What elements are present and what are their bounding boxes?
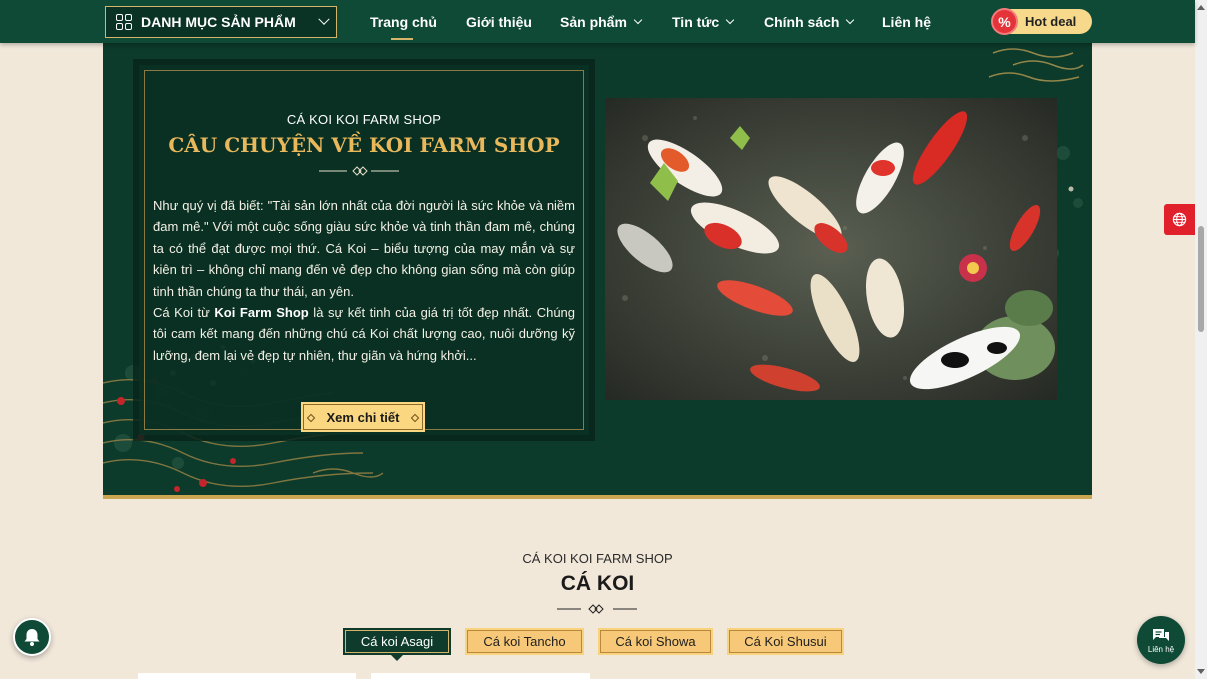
- language-button[interactable]: [1164, 204, 1195, 235]
- tab-label: Cá koi Showa: [615, 634, 696, 649]
- product-card[interactable]: [138, 673, 356, 679]
- scrollbar-thumb[interactable]: [1198, 226, 1204, 332]
- product-card[interactable]: [371, 673, 590, 679]
- koi-fish-image: [605, 98, 1057, 400]
- story-kicker: CÁ KOI KOI FARM SHOP: [286, 112, 442, 127]
- story-paragraph-1: Như quý vị đã biết: "Tài sản lớn nhất củ…: [153, 198, 575, 299]
- nav-item-home[interactable]: Trang chủ: [370, 14, 437, 40]
- tab-koi-asagi[interactable]: Cá koi Asagi: [343, 628, 451, 661]
- tab-koi-tancho[interactable]: Cá koi Tancho: [465, 628, 584, 655]
- scroll-down-arrow-icon[interactable]: [1197, 669, 1205, 674]
- koi-section-kicker: CÁ KOI KOI FARM SHOP: [522, 551, 673, 566]
- top-navigation-bar: DANH MỤC SẢN PHẨM Trang chủ Giới thiệu S…: [0, 0, 1195, 43]
- story-section: CÁ KOI KOI FARM SHOP CÂU CHUYỆN VỀ KOI F…: [103, 43, 1092, 499]
- nav-label: Chính sách: [764, 14, 840, 30]
- tab-koi-shusui[interactable]: Cá Koi Shusui: [727, 628, 844, 655]
- scroll-up-arrow-icon[interactable]: [1197, 5, 1205, 10]
- nav-item-contact[interactable]: Liên hệ: [882, 14, 931, 30]
- diamond-icon: [306, 413, 316, 423]
- contact-label: Liên hệ: [1147, 644, 1175, 654]
- nav-label: Tin tức: [672, 14, 720, 30]
- brand-name: Koi Farm Shop: [214, 305, 309, 321]
- percent-badge-icon: %: [991, 8, 1018, 35]
- diamond-icon: [410, 413, 420, 423]
- story-card: CÁ KOI KOI FARM SHOP CÂU CHUYỆN VỀ KOI F…: [139, 65, 589, 435]
- contact-chat-button[interactable]: Liên hệ: [1137, 616, 1185, 664]
- tab-label: Cá koi Tancho: [483, 634, 566, 649]
- story-paragraph-2: Cá Koi từ Koi Farm Shop là sự kết tinh c…: [153, 302, 575, 366]
- story-body: Như quý vị đã biết: "Tài sản lớn nhất củ…: [153, 195, 575, 366]
- page-scrollbar[interactable]: [1195, 0, 1207, 679]
- hot-deal-label: Hot deal: [1025, 14, 1077, 29]
- notification-bell-button[interactable]: [13, 618, 51, 656]
- nav-item-news[interactable]: Tin tức: [672, 14, 735, 30]
- nav-label: Liên hệ: [882, 14, 932, 30]
- story-paragraph-2-prefix: Cá Koi từ: [153, 305, 215, 321]
- hot-deal-button[interactable]: % Hot deal: [991, 8, 1092, 35]
- nav-item-about[interactable]: Giới thiệu: [466, 14, 532, 30]
- nav-item-products[interactable]: Sản phẩm: [560, 14, 643, 30]
- nav-label: Giới thiệu: [466, 14, 532, 30]
- chat-icon: [1153, 628, 1169, 641]
- globe-icon: [1172, 212, 1187, 227]
- tab-label: Cá Koi Shusui: [744, 634, 827, 649]
- nav-item-policy[interactable]: Chính sách: [764, 14, 855, 30]
- view-details-label: Xem chi tiết: [326, 409, 400, 425]
- chevron-down-icon: [633, 15, 643, 25]
- nav-label: Sản phẩm: [560, 14, 627, 30]
- bell-icon: [24, 629, 40, 646]
- nav-label: Trang chủ: [370, 14, 437, 30]
- tab-label: Cá koi Asagi: [360, 634, 434, 649]
- diamond-divider-icon: [557, 604, 637, 614]
- koi-section-title: CÁ KOI: [560, 572, 635, 595]
- chevron-down-icon: [846, 15, 855, 25]
- view-details-button[interactable]: Xem chi tiết: [301, 402, 425, 432]
- story-title: CÂU CHUYỆN VỀ KOI FARM SHOP: [168, 133, 560, 157]
- tab-koi-showa[interactable]: Cá koi Showa: [598, 628, 713, 655]
- diamond-divider-icon: [319, 166, 399, 176]
- chevron-down-icon: [725, 15, 735, 25]
- koi-pond-photo: [605, 98, 1057, 400]
